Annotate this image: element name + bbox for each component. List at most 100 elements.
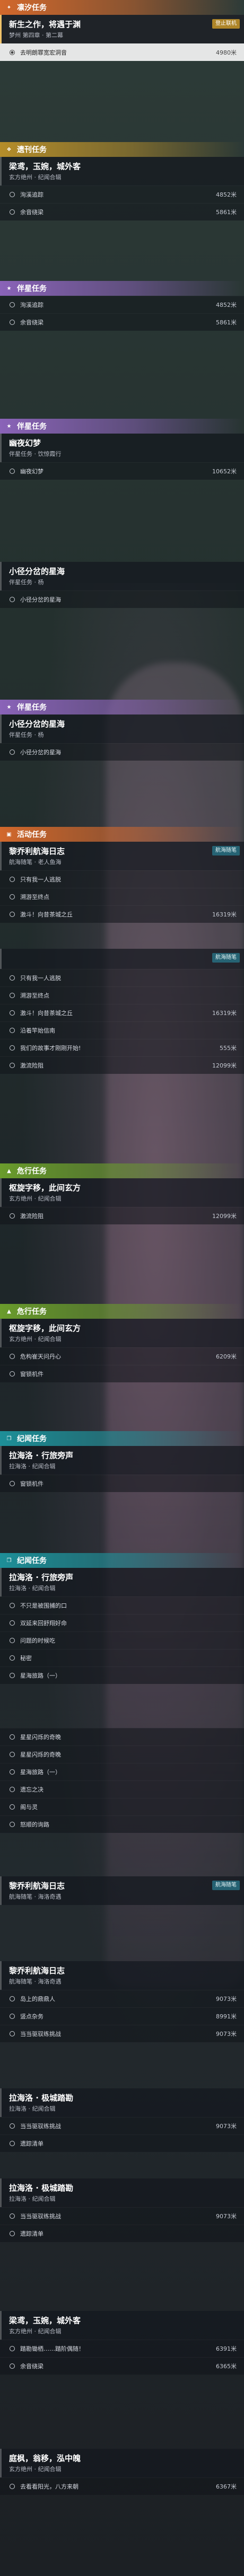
- quest-card[interactable]: 小径分岔的星海 伴星任务 · 杨: [0, 714, 244, 743]
- quest-card[interactable]: 梁鸢，玉婉，城外客 玄方绝州 · 纪闻合辑: [0, 2311, 244, 2340]
- objective-text: 去明朗罪宽宏洞音: [20, 49, 67, 56]
- category-header[interactable]: ★ 伴星任务: [0, 700, 244, 714]
- objective-row[interactable]: 星海旅路（一）: [0, 1763, 244, 1780]
- objective-radio-icon: [10, 975, 15, 981]
- objective-row[interactable]: 踏勘锄栖……踏阶偶随！ 6391米: [0, 2340, 244, 2357]
- quest-section: ✦ 凛汐任务 新生之作，将遇于渊 梦州 第四章 · 第二幕 登止联机 去明朗罪宽宏洞音 49…: [0, 0, 244, 61]
- objective-row[interactable]: 沿着竿始信南: [0, 1021, 244, 1039]
- quest-title: 拉海洛 · 行旅旁声: [9, 1451, 74, 1460]
- quest-card[interactable]: 黎乔利航海日志 航海随笔 · 老人鱼海 航海随笔: [0, 842, 244, 870]
- objective-radio-icon: [10, 749, 15, 755]
- objective-distance: 555米: [220, 1045, 237, 1052]
- quest-card[interactable]: 黎乔利航海日志 航海随笔 · 海洛奇遇: [0, 1961, 244, 1990]
- objective-row[interactable]: 去明朗罪宽宏洞音 4980米: [0, 43, 244, 61]
- quest-card[interactable]: 航海随笔: [0, 949, 244, 969]
- objective-radio-icon: [10, 1213, 15, 1219]
- quest-card[interactable]: 拉海洛 · 行旅旁声 拉海洛 · 纪闻合辑: [0, 1568, 244, 1596]
- category-header[interactable]: ★ 伴星任务: [0, 281, 244, 296]
- quest-card[interactable]: 黎乔利航海日志 航海随笔 · 海洛奇遇 航海随笔: [0, 1876, 244, 1905]
- quest-subtitle: 玄方绝州 · 纪闻合辑: [9, 2328, 62, 2335]
- quest-card[interactable]: 拉海洛 · 极城踏勘 拉海洛 · 纪闻合辑: [0, 2088, 244, 2117]
- category-header[interactable]: ❐ 纪闻任务: [0, 1553, 244, 1568]
- objective-row[interactable]: 遗踪清单: [0, 2225, 244, 2242]
- category-header[interactable]: ▣ 活动任务: [0, 827, 244, 842]
- quest-card[interactable]: 枢旋字移，此间玄方 玄方绝州 · 纪闻合辑: [0, 1319, 244, 1347]
- objective-row[interactable]: 激流险阻 12099米: [0, 1207, 244, 1224]
- quest-subtitle: 拉海洛 · 纪闻合辑: [9, 1463, 56, 1470]
- objective-text: 窗锁机件: [20, 1480, 43, 1487]
- objective-row[interactable]: 秘密: [0, 1649, 244, 1666]
- scroll-icon: ❖: [6, 146, 12, 153]
- objective-row[interactable]: 小径分岔的星海: [0, 743, 244, 761]
- category-header[interactable]: ★ 伴星任务: [0, 419, 244, 434]
- objective-row[interactable]: 只有我一人逃脱: [0, 870, 244, 888]
- objective-row[interactable]: 当当驱驭练挑战 9073米: [0, 2025, 244, 2042]
- objective-row[interactable]: 星星闪烁的奇晚: [0, 1745, 244, 1763]
- objective-text: 激流险阻: [20, 1213, 43, 1220]
- objective-row[interactable]: 窗锁机件: [0, 1475, 244, 1492]
- objective-row[interactable]: 去看看阳光，八方来朝 6367米: [0, 2477, 244, 2495]
- objective-row[interactable]: 当当驱驭练挑战 9073米: [0, 2117, 244, 2134]
- quest-badge: 航海随笔: [212, 1881, 240, 1890]
- category-header[interactable]: ✦ 凛汐任务: [0, 0, 244, 15]
- category-header[interactable]: ❐ 纪闻任务: [0, 1431, 244, 1446]
- quest-card[interactable]: 新生之作，将遇于渊 梦州 第四章 · 第二幕 登止联机: [0, 15, 244, 43]
- quest-section: ❐ 纪闻任务 拉海洛 · 行旅旁声 拉海洛 · 纪闻合辑 不只是被围捕的口 双延来回舒翔好…: [0, 1553, 244, 1684]
- objective-row[interactable]: 洵溪追踪 4852米: [0, 186, 244, 203]
- objective-row[interactable]: 双延来回舒翔好命: [0, 1614, 244, 1631]
- quest-card[interactable]: 幽夜幻梦 伴星任务 · 饮惊霞行: [0, 434, 244, 462]
- quest-section: 黎乔利航海日志 航海随笔 · 海洛奇遇 航海随笔: [0, 1876, 244, 1905]
- objective-radio-icon: [10, 1673, 15, 1678]
- quest-card[interactable]: 拉海洛 · 行旅旁声 拉海洛 · 纪闻合辑: [0, 1446, 244, 1475]
- objective-row[interactable]: 岛上的鼎鼎人 9073米: [0, 1990, 244, 2007]
- objective-row[interactable]: 窗锁机件: [0, 1365, 244, 1382]
- objective-row[interactable]: 洵溪追踪 4852米: [0, 296, 244, 313]
- objective-text: 只有我一人逃脱: [20, 975, 61, 982]
- category-label: 伴星任务: [17, 703, 47, 712]
- objective-row[interactable]: 只有我一人逃脱: [0, 969, 244, 986]
- objective-row[interactable]: 阁与灵: [0, 1798, 244, 1815]
- quest-section: ★ 伴星任务 小径分岔的星海 伴星任务 · 杨小径分岔的星海: [0, 700, 244, 761]
- objective-row[interactable]: 溯游至终点: [0, 888, 244, 905]
- objective-row[interactable]: 当当驱驭练挑战 9073米: [0, 2207, 244, 2225]
- objective-row[interactable]: 激斗！向昔茶城之丘 16319米: [0, 905, 244, 923]
- objective-row[interactable]: 问题的时候吃: [0, 1631, 244, 1649]
- quest-card[interactable]: 小径分岔的星海 伴星任务 · 杨: [0, 562, 244, 590]
- category-header[interactable]: ▲ 危行任务: [0, 1163, 244, 1178]
- quest-badge: 登止联机: [212, 19, 240, 29]
- objective-row[interactable]: 不只是被围捕的口: [0, 1596, 244, 1614]
- objective-distance: 8991米: [216, 2013, 237, 2020]
- objective-radio-icon: [10, 1620, 15, 1626]
- objective-text: 星海旅路（一）: [20, 1672, 61, 1679]
- quest-card[interactable]: 庭枫，翁移，泓中魄 玄方绝州 · 纪闻合辑: [0, 2449, 244, 2477]
- objective-row[interactable]: 余音绕梁 6365米: [0, 2357, 244, 2375]
- quest-card[interactable]: 梁鸢，玉婉，城外客 玄方绝州 · 纪闻合辑: [0, 157, 244, 186]
- objective-row[interactable]: 星星闪烁的奇晚: [0, 1728, 244, 1745]
- objective-row[interactable]: 小径分岔的星海: [0, 590, 244, 608]
- objective-radio-icon: [10, 2141, 15, 2146]
- objective-row[interactable]: 遗踪清单: [0, 2134, 244, 2152]
- objective-row[interactable]: 遗忘之决: [0, 1780, 244, 1798]
- quest-subtitle: 玄方绝州 · 纪闻合辑: [9, 1195, 62, 1202]
- objective-row[interactable]: 我们的故事才刚刚开始! 555米: [0, 1039, 244, 1056]
- objective-row[interactable]: 危构崔天问丹心 6209米: [0, 1347, 244, 1365]
- objective-row[interactable]: 余音绕梁 5861米: [0, 203, 244, 220]
- objective-radio-icon: [10, 2363, 15, 2369]
- objective-radio-icon: [10, 1638, 15, 1643]
- objective-radio-icon: [10, 1371, 15, 1377]
- quest-card[interactable]: 枢旋字移，此间玄方 玄方绝州 · 纪闻合辑: [0, 1178, 244, 1207]
- objective-row[interactable]: 激斗！向昔茶城之丘 16319米: [0, 1004, 244, 1021]
- category-header[interactable]: ▲ 危行任务: [0, 1304, 244, 1319]
- category-label: 危行任务: [17, 1308, 47, 1316]
- objective-row[interactable]: 怒顺的询路: [0, 1815, 244, 1833]
- objective-row[interactable]: 激流险阻 12099米: [0, 1056, 244, 1074]
- category-header[interactable]: ❖ 遗刊任务: [0, 142, 244, 157]
- quest-card[interactable]: 拉海洛 · 极城踏勘 拉海洛 · 纪闻合辑: [0, 2178, 244, 2207]
- objective-row[interactable]: 余音绕梁 5861米: [0, 313, 244, 331]
- objective-row[interactable]: 竖点杂务 8991米: [0, 2007, 244, 2025]
- objective-row[interactable]: 星海旅路（一）: [0, 1666, 244, 1684]
- objective-row[interactable]: 幽夜幻梦 10652米: [0, 462, 244, 480]
- objective-row[interactable]: 溯游至终点: [0, 986, 244, 1004]
- quest-title: 庭枫，翁移，泓中魄: [9, 2454, 81, 2463]
- objective-text: 沿着竿始信南: [20, 1027, 55, 1034]
